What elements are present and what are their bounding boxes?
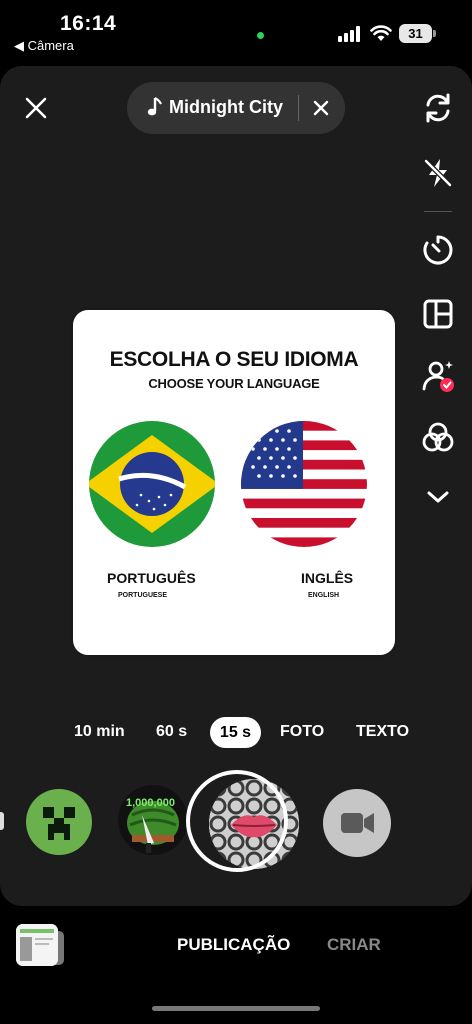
filters-icon[interactable] [421, 421, 455, 455]
mode-text[interactable]: TEXTO [356, 723, 409, 741]
cellular-signal-icon [338, 26, 360, 42]
language-card: ESCOLHA O SEU IDIOMA CHOOSE YOUR LANGUAG… [73, 310, 395, 655]
flip-camera-icon[interactable] [421, 91, 455, 125]
record-button[interactable] [186, 770, 288, 872]
video-camera-icon [341, 813, 374, 833]
battery-tip [433, 30, 436, 37]
effect-video[interactable] [323, 789, 391, 857]
gallery-preview-icon [16, 924, 58, 966]
melon-counter: 1,000,000 [126, 797, 175, 809]
mode-60-s[interactable]: 60 s [156, 723, 187, 741]
wifi-icon [370, 25, 392, 41]
mode-15-s-selected[interactable]: 15 s [210, 717, 261, 748]
mode-photo[interactable]: FOTO [280, 723, 324, 741]
touch-up-icon[interactable] [421, 359, 455, 393]
tab-post[interactable]: PUBLICAÇÃO [177, 935, 290, 955]
divider [298, 95, 299, 121]
battery-level: 31 [399, 24, 432, 43]
mode-10-min[interactable]: 10 min [74, 723, 125, 741]
english-label: INGLÊS [301, 570, 354, 586]
brazil-flag-icon [89, 421, 215, 547]
camera-in-use-indicator [257, 32, 264, 39]
music-note-icon [147, 97, 162, 116]
sound-title: Midnight City [169, 97, 283, 117]
creeper-face-icon [43, 807, 75, 840]
remove-sound-icon[interactable] [310, 97, 332, 119]
effect-creeper[interactable] [26, 789, 92, 855]
gallery-thumbnail[interactable] [16, 924, 58, 966]
effect-melon[interactable]: 1,000,000 [118, 785, 188, 855]
timer-icon[interactable] [421, 233, 455, 267]
portuguese-sublabel: PORTUGUESE [118, 592, 168, 599]
layout-icon[interactable] [421, 297, 455, 331]
chevron-down-icon[interactable] [421, 480, 455, 514]
home-indicator [152, 1006, 320, 1011]
flash-off-icon[interactable] [421, 156, 455, 190]
effect-peek [0, 812, 4, 830]
watermelon-knife-icon [127, 801, 179, 853]
card-title: ESCOLHA O SEU IDIOMA [109, 348, 359, 371]
english-sublabel: ENGLISH [308, 592, 340, 599]
close-icon[interactable] [20, 92, 52, 124]
tab-create[interactable]: CRIAR [327, 935, 381, 955]
status-time: 16:14 [60, 12, 117, 35]
back-to-app-link[interactable]: ◀ Câmera [14, 38, 74, 54]
card-subtitle: CHOOSE YOUR LANGUAGE [148, 376, 320, 391]
usa-flag-icon [241, 421, 367, 547]
toolbar-separator [424, 211, 452, 212]
portuguese-label: PORTUGUÊS [107, 570, 196, 586]
